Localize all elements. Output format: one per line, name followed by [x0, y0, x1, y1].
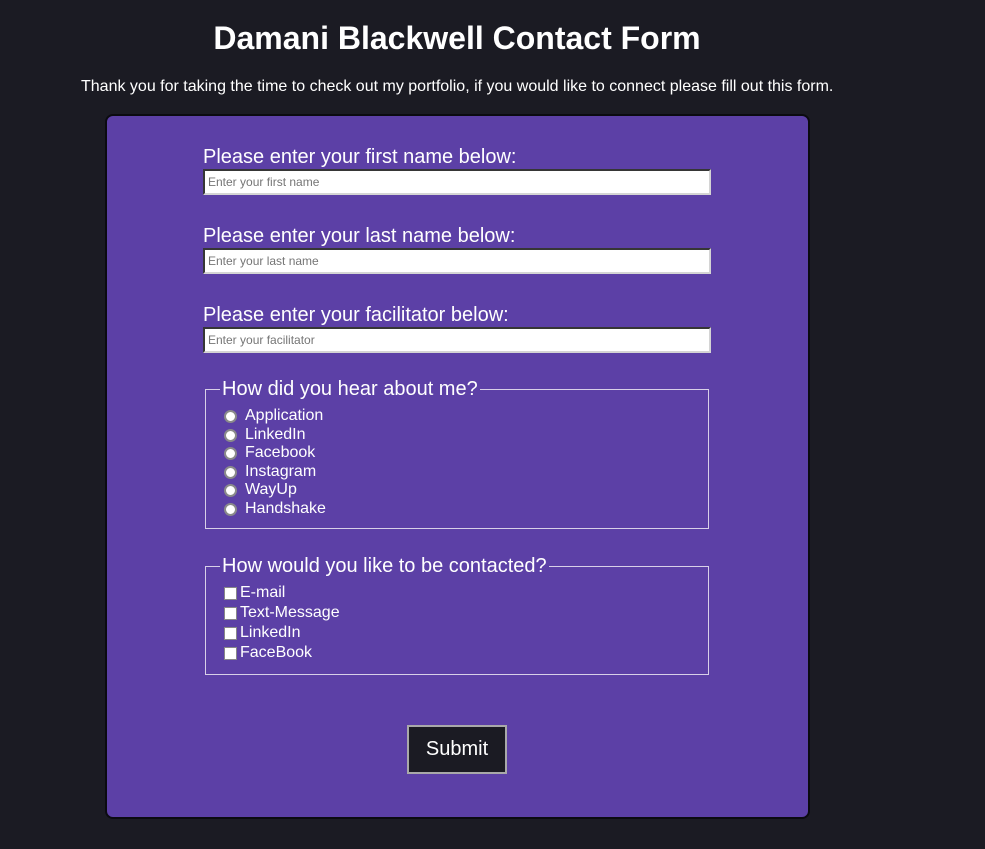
radio-button[interactable]	[224, 465, 237, 479]
option-label: LinkedIn	[240, 624, 301, 641]
option-label: LinkedIn	[245, 426, 306, 443]
option-label: FaceBook	[240, 644, 313, 661]
checkbox-text-message[interactable]: Text-Message	[224, 604, 340, 622]
radio-linkedin[interactable]: LinkedIn	[224, 426, 306, 444]
radio-button[interactable]	[224, 428, 237, 442]
last-name-input[interactable]	[203, 248, 711, 274]
radio-button[interactable]	[224, 409, 237, 423]
option-label: Instagram	[245, 463, 317, 480]
radio-handshake[interactable]: Handshake	[224, 500, 326, 518]
radio-button[interactable]	[224, 483, 237, 497]
radio-application[interactable]: Application	[224, 407, 323, 425]
facilitator-label: Please enter your facilitator below:	[203, 304, 509, 326]
intro-text: Thank you for taking the time to check o…	[81, 78, 834, 95]
hear-about-fieldset: How did you hear about me? Application L…	[205, 377, 709, 529]
option-label: Facebook	[245, 444, 316, 461]
option-label: Text-Message	[240, 604, 340, 621]
page-title: Damani Blackwell Contact Form	[213, 20, 701, 56]
option-label: Application	[245, 407, 324, 424]
first-name-input[interactable]	[203, 169, 711, 195]
checkbox-linkedin[interactable]: LinkedIn	[224, 624, 301, 642]
option-label: E-mail	[240, 584, 286, 601]
option-label: WayUp	[245, 481, 297, 498]
first-name-label: Please enter your first name below:	[203, 146, 517, 168]
radio-instagram[interactable]: Instagram	[224, 463, 316, 481]
option-label: Handshake	[245, 500, 326, 517]
checkbox-facebook[interactable]: FaceBook	[224, 644, 312, 662]
facilitator-input[interactable]	[203, 327, 711, 353]
checkbox[interactable]	[224, 626, 237, 640]
contact-method-legend: How would you like to be contacted?	[220, 554, 549, 578]
contact-method-fieldset: How would you like to be contacted? E-ma…	[205, 554, 709, 675]
radio-button[interactable]	[224, 502, 237, 516]
radio-facebook[interactable]: Facebook	[224, 444, 315, 462]
checkbox[interactable]	[224, 646, 237, 660]
radio-button[interactable]	[224, 446, 237, 460]
last-name-label: Please enter your last name below:	[203, 225, 516, 247]
radio-wayup[interactable]: WayUp	[224, 481, 297, 499]
checkbox-email[interactable]: E-mail	[224, 584, 285, 602]
submit-button[interactable]: Submit	[407, 725, 507, 774]
checkbox[interactable]	[224, 606, 237, 620]
checkbox[interactable]	[224, 586, 237, 600]
hear-about-legend: How did you hear about me?	[220, 377, 480, 401]
